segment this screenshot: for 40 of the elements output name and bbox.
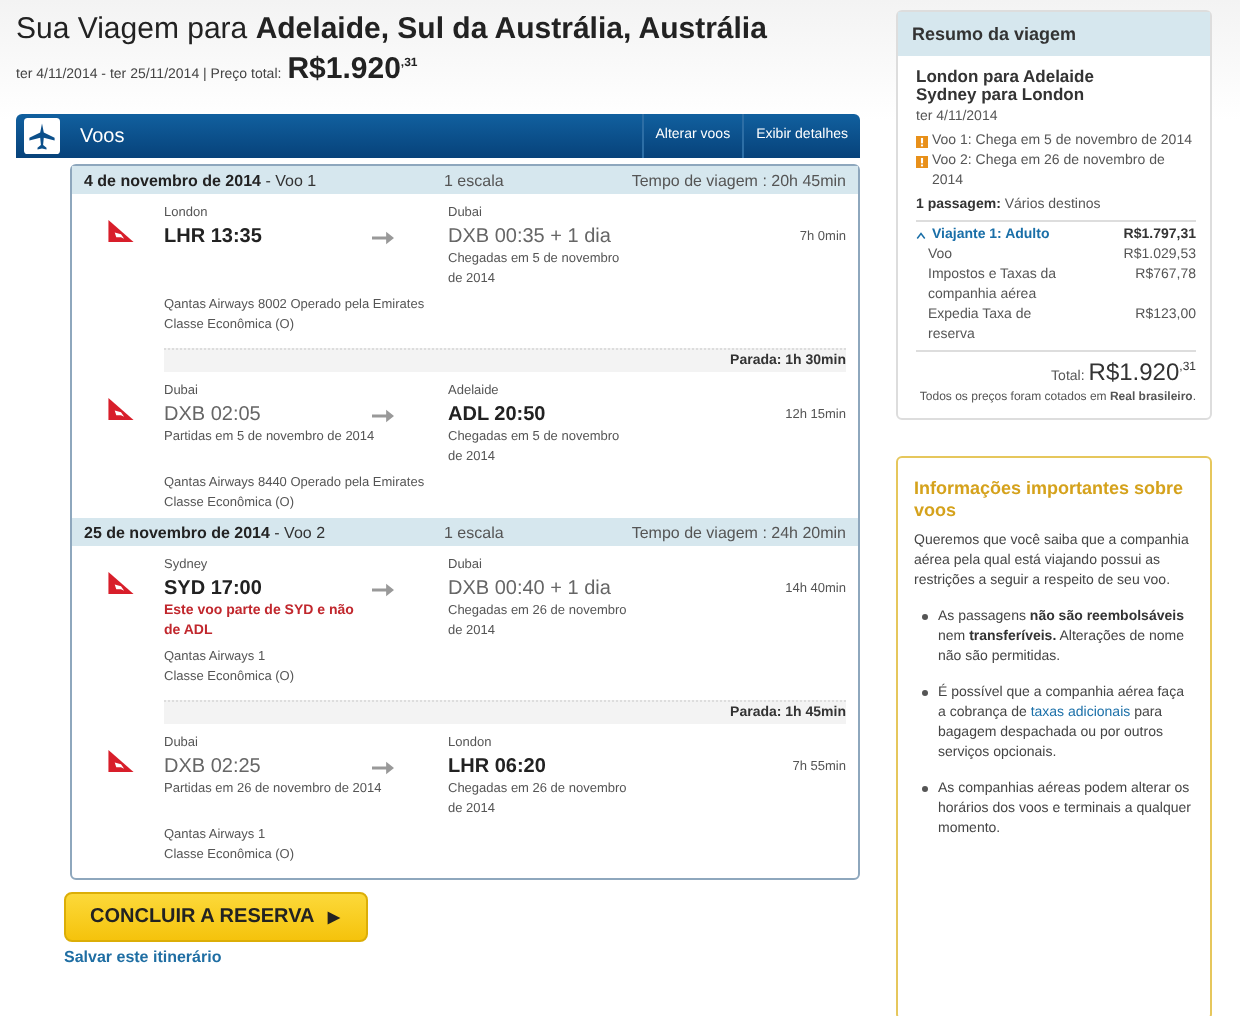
travel-time: Tempo de viagem : 24h 20min	[631, 523, 846, 541]
arrow-icon	[372, 408, 394, 424]
tail-icon	[108, 398, 134, 420]
route-title: Sydney para London	[916, 85, 1087, 102]
stop-count: 1 escala	[444, 171, 506, 189]
leg-title: 4 de novembro de 2014 - Voo 1	[84, 171, 319, 189]
tail-icon	[108, 220, 134, 242]
departure-time: LHR 13:35	[164, 224, 264, 250]
caret-icon[interactable]	[916, 232, 926, 240]
arrival-time: LHR 06:20	[448, 754, 548, 780]
summary-title: Resumo da viagem	[898, 12, 1210, 56]
arrow-icon	[372, 582, 394, 598]
departure-time: SYD 17:00	[164, 576, 264, 602]
departure-time: DXB 02:25	[164, 754, 263, 780]
airplane-icon	[24, 118, 60, 154]
total-price: R$1.920$^{,31}$	[287, 52, 418, 86]
bullet-icon	[922, 614, 928, 620]
route-title: London para Adelaide	[916, 68, 1096, 85]
travel-time: Tempo de viagem : 20h 45min	[631, 171, 846, 189]
arrival-time: DXB 00:35 + 1 dia	[448, 224, 613, 250]
info-title: Informações importantes sobre voos	[914, 478, 1186, 522]
bullet-icon	[922, 786, 928, 792]
arrow-icon	[372, 230, 394, 246]
alert-icon	[916, 156, 928, 168]
arrival-time: DXB 00:40 + 1 dia	[448, 576, 613, 602]
total-price: R$1.920$^{,31}$	[1088, 358, 1196, 382]
arrival-time: ADL 20:50	[448, 402, 548, 428]
leg-title: 25 de novembro de 2014 - Voo 2	[84, 523, 328, 541]
tail-icon	[108, 750, 134, 772]
tail-icon	[108, 572, 134, 594]
alert-icon	[916, 136, 928, 148]
departure-time: DXB 02:05	[164, 402, 263, 428]
book-button[interactable]: CONCLUIR A RESERVA	[64, 892, 369, 942]
stop-count: 1 escala	[444, 523, 506, 541]
page-title: Sua Viagem para Adelaide, Sul da Austrália, Austrália	[16, 12, 769, 46]
bullet-icon	[922, 690, 928, 696]
play-icon	[326, 909, 343, 925]
arrow-icon	[372, 760, 394, 776]
save-link[interactable]: Salvar este itinerário	[64, 948, 860, 966]
section-title: Voos	[80, 125, 127, 147]
